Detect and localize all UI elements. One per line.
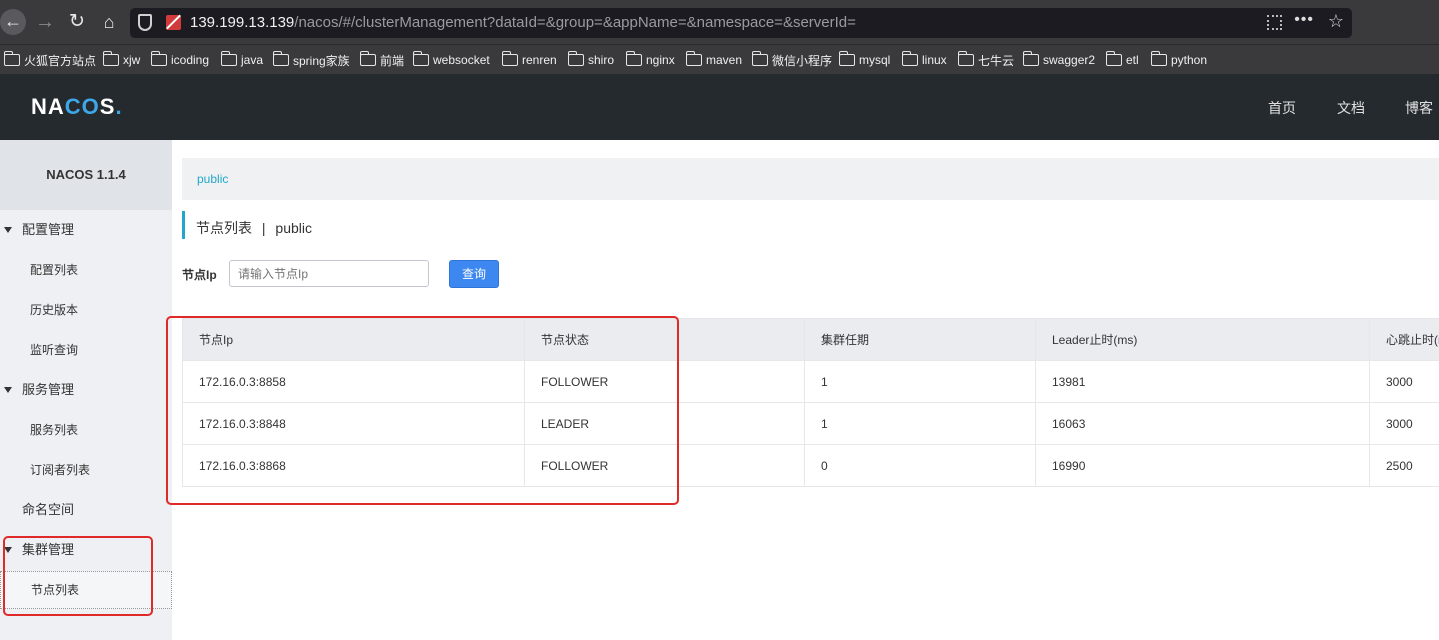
bookmark-item[interactable]: nginx — [625, 51, 675, 68]
namespace-bar: public — [182, 158, 1439, 200]
reload-icon[interactable]: ↻ — [65, 10, 89, 34]
sidebar-item-service-list[interactable]: 服务列表 — [0, 410, 172, 450]
sidebar-item-history[interactable]: 历史版本 — [0, 290, 172, 330]
table-cell: 16063 — [1035, 402, 1370, 445]
caret-down-icon — [4, 387, 12, 393]
url-bar[interactable]: 139.199.13.139/nacos/#/clusterManagement… — [130, 8, 1352, 38]
bookmark-star-icon[interactable]: ☆ — [1328, 11, 1344, 32]
bookmarks-bar: 火狐官方站点 xjw icoding java spring家族 前端 webs… — [0, 44, 1439, 74]
home-icon[interactable]: ⌂ — [97, 10, 121, 34]
table-cell: 3000 — [1369, 402, 1439, 445]
back-icon[interactable]: ← — [0, 9, 26, 35]
node-ip-label: 节点Ip — [182, 268, 217, 282]
bookmark-item[interactable]: shiro — [567, 51, 614, 68]
folder-icon — [838, 51, 855, 66]
table-cell: 16990 — [1035, 444, 1370, 487]
page-title: 节点列表 | public — [182, 211, 312, 239]
annotation-box-table — [166, 316, 679, 505]
query-button[interactable]: 查询 — [449, 260, 499, 288]
folder-icon — [412, 51, 429, 66]
column-header: 集群任期 — [804, 318, 1036, 361]
sidebar-item-namespace[interactable]: 命名空间 — [0, 490, 172, 530]
more-icon[interactable]: ••• — [1294, 11, 1314, 29]
bookmark-item[interactable]: spring家族 — [272, 51, 350, 68]
bookmark-item[interactable]: etl — [1105, 51, 1139, 68]
nav-docs[interactable]: 文档 — [1337, 98, 1365, 118]
sidebar-title: NACOS 1.1.4 — [0, 140, 172, 210]
bookmark-item[interactable]: java — [220, 51, 263, 68]
folder-icon — [102, 51, 119, 66]
folder-icon — [901, 51, 918, 66]
folder-icon — [751, 51, 768, 66]
bookmark-item[interactable]: mysql — [838, 51, 890, 68]
bookmark-item[interactable]: python — [1150, 51, 1207, 68]
bookmark-item[interactable]: renren — [501, 51, 557, 68]
bookmark-item[interactable]: 火狐官方站点 — [3, 51, 96, 68]
sidebar-group-service[interactable]: 服务管理 — [0, 370, 172, 410]
bookmark-item[interactable]: 前端 — [359, 51, 404, 68]
namespace-link-public[interactable]: public — [197, 172, 228, 186]
nav-blog[interactable]: 博客 — [1405, 98, 1433, 118]
browser-toolbar: ← → ↻ ⌂ 139.199.13.139/nacos/#/clusterMa… — [0, 0, 1439, 44]
bookmark-item[interactable]: 七牛云 — [957, 51, 1014, 68]
column-header: Leader止时(ms) — [1035, 318, 1370, 361]
bookmark-item[interactable]: maven — [685, 51, 742, 68]
node-ip-input[interactable] — [229, 260, 429, 287]
table-cell: 0 — [804, 444, 1036, 487]
app-header: NACOS. 首页 文档 博客 — [0, 74, 1439, 140]
table-cell: 13981 — [1035, 360, 1370, 403]
caret-down-icon — [4, 227, 12, 233]
folder-icon — [359, 51, 376, 66]
sidebar-item-config-list[interactable]: 配置列表 — [0, 250, 172, 290]
folder-icon — [567, 51, 584, 66]
folder-icon — [220, 51, 237, 66]
folder-icon — [150, 51, 167, 66]
table-cell: 2500 — [1369, 444, 1439, 487]
sidebar-item-listener[interactable]: 监听查询 — [0, 330, 172, 370]
folder-icon — [501, 51, 518, 66]
table-cell: 1 — [804, 402, 1036, 445]
annotation-box-sidebar — [3, 536, 153, 616]
folder-icon — [3, 51, 20, 66]
shield-icon[interactable] — [138, 14, 152, 31]
table-cell: 1 — [804, 360, 1036, 403]
folder-icon — [1022, 51, 1039, 66]
bookmark-item[interactable]: linux — [901, 51, 947, 68]
bookmark-item[interactable]: 微信小程序 — [751, 51, 832, 68]
folder-icon — [1150, 51, 1167, 66]
nacos-logo[interactable]: NACOS. — [31, 94, 123, 120]
forward-icon[interactable]: → — [33, 10, 57, 34]
sidebar-item-subscribers[interactable]: 订阅者列表 — [0, 450, 172, 490]
qr-code-icon[interactable] — [1267, 15, 1282, 30]
insecure-lock-icon[interactable] — [166, 15, 181, 30]
folder-icon — [957, 51, 974, 66]
table-cell: 3000 — [1369, 360, 1439, 403]
bookmark-item[interactable]: swagger2 — [1022, 51, 1095, 68]
url-text[interactable]: 139.199.13.139/nacos/#/clusterManagement… — [190, 14, 856, 31]
bookmark-item[interactable]: websocket — [412, 51, 490, 68]
folder-icon — [685, 51, 702, 66]
bookmark-item[interactable]: xjw — [102, 51, 140, 68]
nav-home[interactable]: 首页 — [1268, 98, 1296, 118]
folder-icon — [625, 51, 642, 66]
sidebar-group-config[interactable]: 配置管理 — [0, 210, 172, 250]
folder-icon — [1105, 51, 1122, 66]
bookmark-item[interactable]: icoding — [150, 51, 209, 68]
column-header: 心跳止时(ms) — [1369, 318, 1439, 361]
folder-icon — [272, 51, 289, 66]
